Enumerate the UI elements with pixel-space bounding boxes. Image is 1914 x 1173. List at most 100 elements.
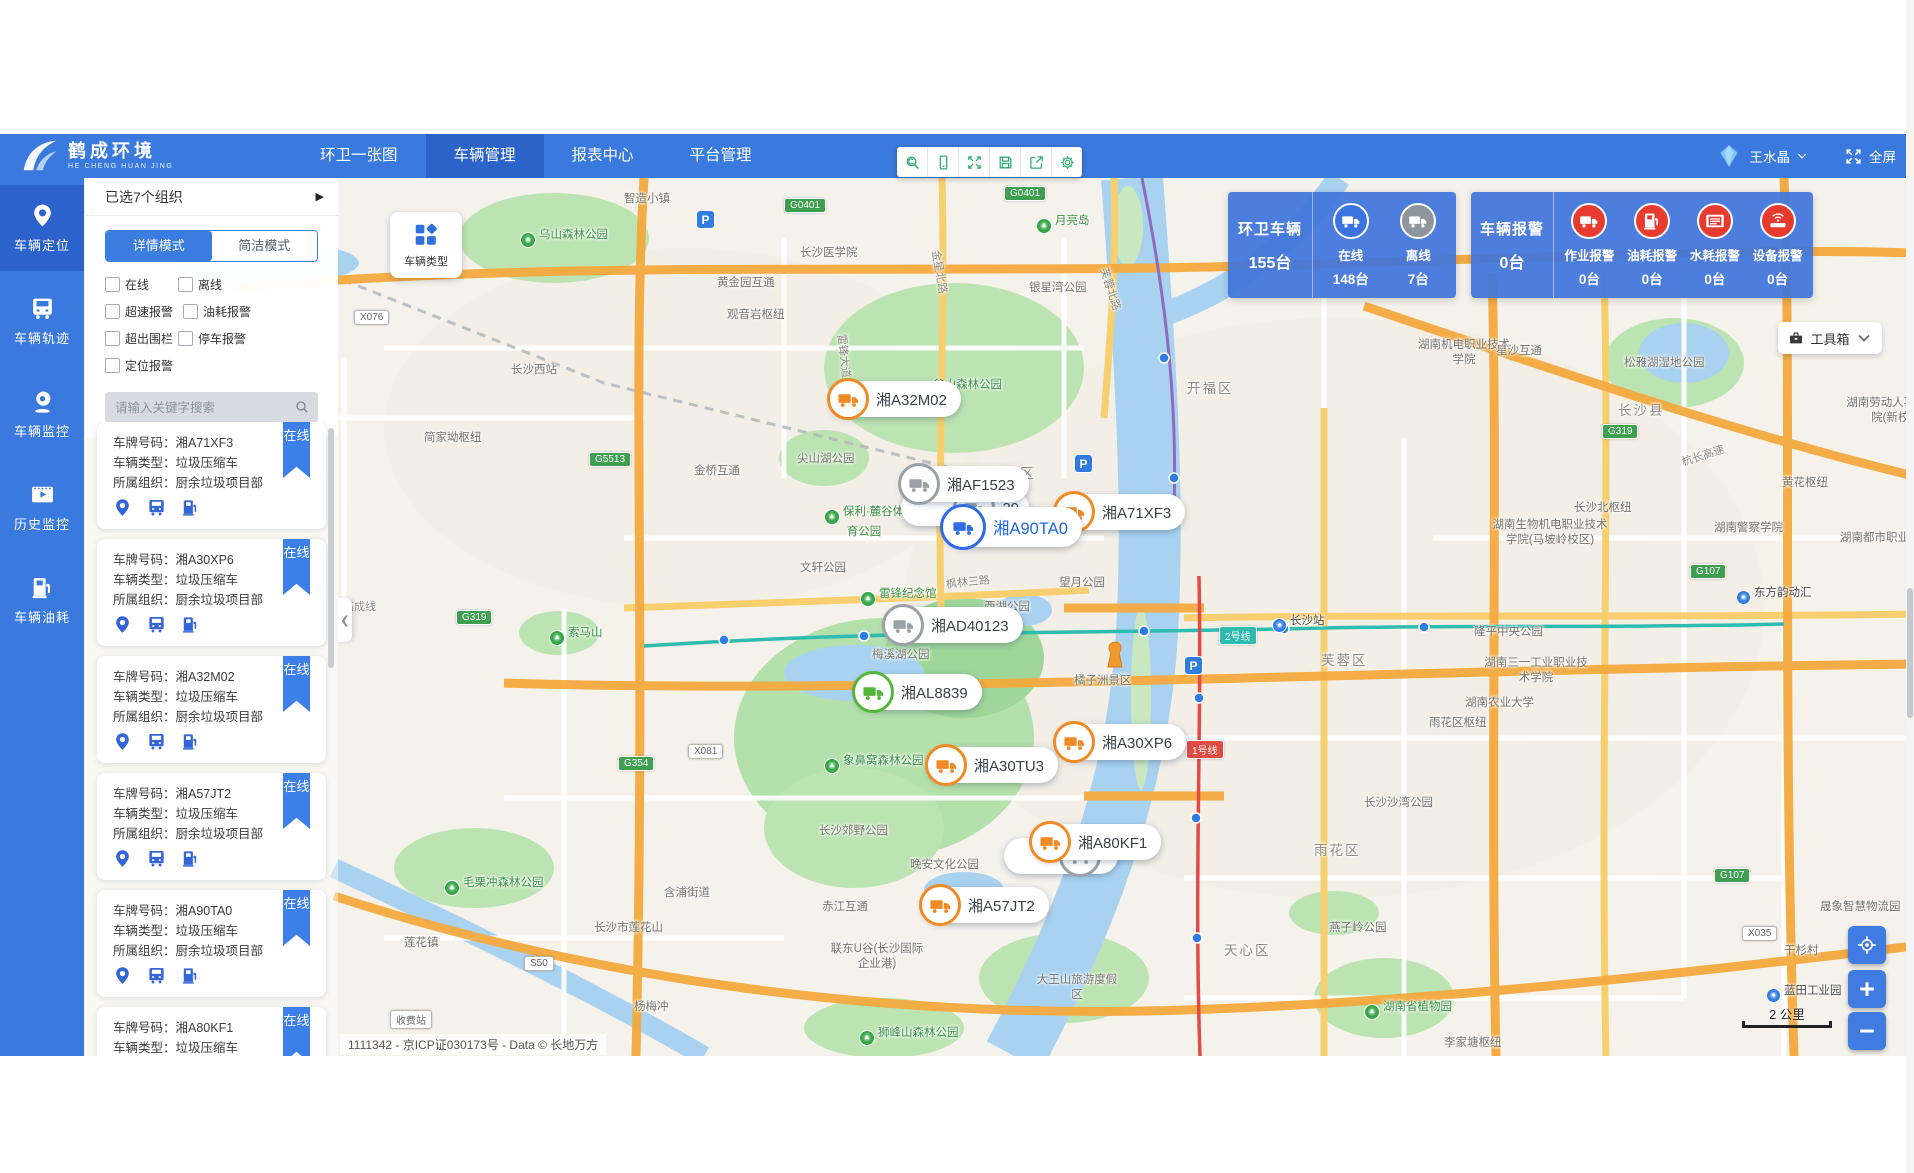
fuel-vehicle-icon[interactable] — [181, 849, 200, 873]
zoom-in-button[interactable]: + — [1848, 970, 1886, 1008]
vehicle-card[interactable]: 车牌号码：湘A71XF3 车辆类型：垃圾压缩车 所属组织：厨余垃圾项目部 在线 — [97, 422, 326, 529]
map-place-label: 雨花区枢纽 — [1429, 714, 1487, 730]
locate-vehicle-icon[interactable] — [113, 849, 132, 873]
vehicle-card[interactable]: 车牌号码：湘A90TA0 车辆类型：垃圾压缩车 所属组织：厨余垃圾项目部 在线 — [97, 890, 326, 997]
map-park-label: ▲保利·麓谷体育公园 — [820, 505, 908, 539]
expand-icon[interactable] — [959, 147, 990, 177]
zoom-search-icon[interactable] — [897, 147, 928, 177]
road-badge: S50 — [524, 956, 554, 971]
map-place-label: 杨梅冲 — [634, 998, 669, 1014]
filter-overspeed-alarm[interactable]: 超速报警 — [105, 303, 183, 320]
vehicle-plate-value: 湘A71XF3 — [176, 436, 234, 450]
track-vehicle-icon[interactable] — [147, 849, 166, 873]
filter-online[interactable]: 在线 — [105, 276, 172, 293]
truck-icon — [1053, 721, 1095, 763]
checkbox-icon — [183, 304, 198, 319]
page-scrollbar[interactable] — [1906, 0, 1914, 1173]
list-scrollbar[interactable] — [328, 428, 334, 668]
type-field-label: 车辆类型： — [113, 807, 176, 821]
park-icon: ▲ — [520, 232, 536, 248]
map-place-label: 观音岩枢纽 — [727, 306, 785, 322]
nav-item-report-center[interactable]: 报表中心 — [544, 134, 662, 178]
truck-icon — [827, 378, 869, 420]
vehicle-marker[interactable]: 湘AD40123 — [885, 607, 1023, 643]
panel-collapse-handle[interactable]: ❮ — [338, 598, 352, 642]
type-field-label: 车辆类型： — [113, 924, 176, 938]
fuel-vehicle-icon[interactable] — [181, 966, 200, 990]
fullscreen-button[interactable]: 全屏 — [1844, 146, 1896, 166]
chevron-down-icon[interactable] — [1796, 150, 1808, 162]
truck-icon — [852, 671, 894, 713]
vehicle-marker[interactable]: 湘A32M02 — [830, 381, 961, 417]
plate-field-label: 车牌号码： — [113, 670, 176, 684]
map-place-label: 湖南三一工业职业技术学院 — [1484, 656, 1588, 686]
vehicle-card[interactable]: 车牌号码：湘A30XP6 车辆类型：垃圾压缩车 所属组织：厨余垃圾项目部 在线 — [97, 539, 326, 646]
toolbox-button[interactable]: 工具箱 — [1778, 322, 1882, 354]
zoom-out-button[interactable]: − — [1848, 1012, 1886, 1050]
track-vehicle-icon[interactable] — [147, 498, 166, 522]
vehicle-marker[interactable]: 湘A30TU3 — [928, 747, 1058, 783]
track-vehicle-icon[interactable] — [147, 615, 166, 639]
track-vehicle-icon[interactable] — [147, 966, 166, 990]
sidebar-item-vehicle-location[interactable]: 车辆定位 — [0, 185, 84, 271]
share-icon[interactable] — [1021, 147, 1052, 177]
sidebar-item-vehicle-track[interactable]: 车辆轨迹 — [0, 278, 84, 364]
vehicle-marker[interactable]: 湘A30XP6 — [1056, 724, 1186, 760]
track-vehicle-icon[interactable] — [147, 732, 166, 756]
locate-vehicle-icon[interactable] — [113, 732, 132, 756]
vehicle-org-value: 厨余垃圾项目部 — [176, 710, 264, 724]
map-park-label: ▲湖南省植物园 — [1364, 998, 1452, 1020]
filter-parking-alarm[interactable]: 停车报警 — [178, 330, 256, 347]
vehicle-plate-label: 湘AF1523 — [947, 474, 1015, 495]
tab-simple-mode[interactable]: 简洁模式 — [212, 231, 318, 261]
fuel-vehicle-icon[interactable] — [181, 498, 200, 522]
map-canvas[interactable]: 智造小镇▲乌山森林公园▲月亮岛长沙医学院黄金园互通银星湾公园观音岩枢纽湖南机电职… — [84, 178, 1914, 1056]
filter-location-alarm[interactable]: 定位报警 — [105, 357, 172, 374]
search-icon[interactable] — [294, 399, 310, 415]
truck-icon — [940, 504, 986, 550]
map-place-label: 星沙互通 — [1496, 342, 1542, 358]
filter-geofence-alarm[interactable]: 超出围栏 — [105, 330, 172, 347]
locate-vehicle-icon[interactable] — [113, 966, 132, 990]
nav-item-vehicle-management[interactable]: 车辆管理 — [426, 134, 544, 178]
vehicle-plate-value: 湘A80KF1 — [176, 1021, 234, 1035]
locate-button[interactable] — [1848, 926, 1886, 964]
locate-vehicle-icon[interactable] — [113, 615, 132, 639]
vehicle-marker[interactable]: 湘A80KF1 — [1032, 824, 1161, 860]
vehicle-marker[interactable]: 湘A57JT2 — [922, 887, 1049, 923]
avatar[interactable] — [1716, 143, 1742, 169]
filter-offline[interactable]: 离线 — [178, 276, 245, 293]
map-place-label: 长沙郊野公园 — [819, 822, 888, 838]
vehicle-marker[interactable]: 湘AL8839 — [855, 674, 982, 710]
map-park-label: ▲雷锋纪念馆 — [860, 585, 937, 607]
locate-vehicle-icon[interactable] — [113, 498, 132, 522]
work-alarm-label: 作业报警 — [1564, 245, 1614, 264]
search-input[interactable] — [105, 392, 318, 423]
fuel-vehicle-icon[interactable] — [181, 732, 200, 756]
user-name[interactable]: 王水晶 — [1750, 146, 1791, 166]
vehicle-marker[interactable]: 湘AF1523 — [901, 466, 1029, 502]
fuel-vehicle-icon[interactable] — [181, 615, 200, 639]
fullscreen-label: 全屏 — [1869, 146, 1896, 166]
vehicle-card[interactable]: 车牌号码：湘A80KF1 车辆类型：垃圾压缩车 所属组织：厨余垃圾项目部 在线 — [97, 1007, 326, 1056]
map-place-label: 黄花枢纽 — [1782, 474, 1828, 490]
nav-item-overview[interactable]: 环卫一张图 — [292, 134, 426, 178]
map-park-label: ▲象鼻窝森林公园 — [824, 752, 924, 774]
sidebar-item-vehicle-fuel[interactable]: 车辆油耗 — [0, 557, 84, 643]
filter-fuel-alarm[interactable]: 油耗报警 — [183, 303, 250, 320]
park-icon: ▲ — [859, 1030, 875, 1046]
organization-selector[interactable]: 已选7个组织 ▶ — [85, 178, 338, 216]
sidebar-item-history-monitor[interactable]: 历史监控 — [0, 464, 84, 550]
tab-detail-mode[interactable]: 详情模式 — [106, 231, 212, 261]
vehicle-card[interactable]: 车牌号码：湘A32M02 车辆类型：垃圾压缩车 所属组织：厨余垃圾项目部 在线 — [97, 656, 326, 763]
sidebar-item-vehicle-monitor[interactable]: 车辆监控 — [0, 371, 84, 457]
vehicle-marker[interactable]: 湘A90TA0 — [943, 507, 1082, 547]
vehicle-type-filter-button[interactable]: 车辆类型 — [390, 212, 462, 278]
save-icon[interactable] — [990, 147, 1021, 177]
vehicle-plate-label: 湘A57JT2 — [968, 895, 1035, 916]
nav-item-platform-management[interactable]: 平台管理 — [662, 134, 780, 178]
vehicle-card[interactable]: 车牌号码：湘A57JT2 车辆类型：垃圾压缩车 所属组织：厨余垃圾项目部 在线 — [97, 773, 326, 880]
settings-icon[interactable] — [1052, 147, 1082, 177]
frame-select-icon[interactable] — [928, 147, 959, 177]
online-status-ribbon: 在线 — [283, 1007, 310, 1056]
